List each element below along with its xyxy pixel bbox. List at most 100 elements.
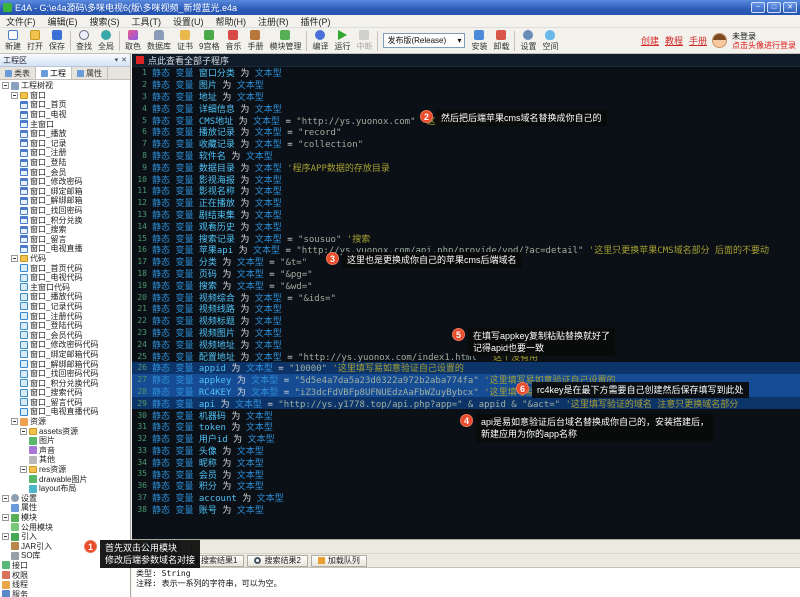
panel-tab[interactable]: 加载队列 [311,555,367,567]
toolbar-button-find[interactable]: 查找 [73,29,95,53]
code-line[interactable]: 5静态 变量 CMS地址 为 文本型 = "http://ys.yuonox.c… [132,114,800,126]
collapse-icon[interactable] [2,82,9,89]
toolbar-button-save[interactable]: 保存 [46,29,68,53]
code-line[interactable]: 35静态 变量 会员 为 文本型 [132,468,800,480]
toolbar-link[interactable]: 创建 [641,34,659,47]
code-line[interactable]: 36静态 变量 积分 为 文本型 [132,480,800,492]
code-line[interactable]: 23静态 变量 视频图片 为 文本型 [132,327,800,339]
code-line[interactable]: 32静态 变量 用户id 为 文本型 [132,433,800,445]
collapse-icon[interactable] [11,92,18,99]
code-line[interactable]: 15静态 变量 搜索记录 为 文本型 = "sousuo" '搜索 [132,232,800,244]
tree-item[interactable]: 公用模块 [0,522,130,532]
tree-item[interactable]: 工程树视 [0,81,130,91]
menu-item[interactable]: 搜索(S) [84,15,126,27]
tab-code-area[interactable]: 代码区 [140,539,192,553]
toolbar-button-cert[interactable]: 证书 [174,29,196,53]
code-line[interactable]: 28静态 变量 RC4KEY 为 文本型 = "iZ3dcFdVBFp8UFNU… [132,386,800,398]
toolbar-button-new[interactable]: 新建 [2,29,24,53]
panel-tab[interactable]: 搜索结果2 [247,555,307,567]
close-panel-icon[interactable]: ✕ [121,56,127,64]
toolbar-button-install[interactable]: 安装 [468,29,490,53]
maximize-button[interactable]: □ [767,2,781,13]
collapse-icon[interactable] [11,255,18,262]
code-line[interactable]: 33静态 变量 头像 为 文本型 [132,445,800,457]
tree-item[interactable]: 窗口_电视 [0,110,130,120]
toolbar-button-manual[interactable]: 手册 [244,29,266,53]
menu-item[interactable]: 插件(P) [295,15,337,27]
collapse-icon[interactable] [20,428,27,435]
toolbar-button-settings[interactable]: 设置 [517,29,539,53]
code-line[interactable]: 31静态 变量 token 为 文本型 [132,421,800,433]
editor-top-bar[interactable]: 点此查看全部子程序 [132,54,800,67]
toolbar-link[interactable]: 手册 [689,34,707,47]
code-line[interactable]: 2静态 变量 图片 为 文本型 [132,79,800,91]
chevron-down-icon[interactable]: ▾ [115,56,119,64]
toolbar-button-module[interactable]: 模块管理 [266,29,304,53]
sidebar-tab[interactable]: 类表 [0,67,36,79]
menu-item[interactable]: 设置(U) [167,15,210,27]
tree-item[interactable]: 属性 [0,503,130,513]
code-line[interactable]: 27静态 变量 appkey 为 文本型 = "5d5e4a7da5a23d03… [132,374,800,386]
close-button[interactable]: ✕ [783,2,797,13]
code-line[interactable]: 7静态 变量 收藏记录 为 文本型 = "collection" [132,138,800,150]
code-line[interactable]: 37静态 变量 account 为 文本型 [132,492,800,504]
code-line[interactable]: 21静态 变量 视频线路 为 文本型 [132,303,800,315]
tree-item[interactable]: 设置 [0,494,130,504]
menu-item[interactable]: 编辑(E) [42,15,84,27]
collapse-icon[interactable] [2,495,9,502]
code-line[interactable]: 26静态 变量 appid 为 文本型 = "10000" '这里填写易如意验证… [132,362,800,374]
code-line[interactable]: 25静态 变量 配置地址 为 文本型 = "http://ys.yuonox.c… [132,350,800,362]
code-line[interactable]: 4静态 变量 详细信息 为 文本型 [132,102,800,114]
code-line[interactable]: 10静态 变量 影视海报 为 文本型 [132,173,800,185]
avatar[interactable] [712,33,727,48]
tree-item[interactable]: 服务 [0,589,130,597]
tree-item[interactable]: assets资源 [0,426,130,436]
tree-item[interactable]: 窗口_电视直播代码 [0,407,130,417]
toolbar-button-stop[interactable]: 中断 [353,29,375,53]
sidebar-tab[interactable]: 工程 [36,67,72,79]
code-line[interactable]: 3静态 变量 地址 为 文本型 [132,91,800,103]
tree-item[interactable]: 窗口_电视直播 [0,244,130,254]
code-line[interactable]: 24静态 变量 视频地址 为 文本型 [132,338,800,350]
code-line[interactable]: 12静态 变量 正在播放 为 文本型 [132,197,800,209]
code-line[interactable]: 18静态 变量 页码 为 文本型 = "&pg=" [132,268,800,280]
code-line[interactable]: 16静态 变量 苹果api 为 文本型 = "http://ys.yuonox.… [132,244,800,256]
toolbar-button-db[interactable]: 数据库 [144,29,174,53]
tree-item[interactable]: JAR引入 [0,542,130,552]
view-all-subroutines-label[interactable]: 点此查看全部子程序 [148,54,229,67]
toolbar-button-compile[interactable]: 编译 [309,29,331,53]
toolbar-button-uninstall[interactable]: 卸载 [490,29,512,53]
code-line[interactable]: 38静态 变量 账号 为 文本型 [132,503,800,515]
code-line[interactable]: 22静态 变量 视频标题 为 文本型 [132,315,800,327]
code-line[interactable]: 13静态 变量 剧结束集 为 文本型 [132,209,800,221]
minimize-button[interactable]: − [751,2,765,13]
menu-item[interactable]: 工具(T) [126,15,168,27]
toolbar-button-open[interactable]: 打开 [24,29,46,53]
panel-tab[interactable]: 输出内容 [135,555,181,567]
collapse-icon[interactable] [2,533,9,540]
collapse-icon[interactable] [11,418,18,425]
toolbar-button-color[interactable]: 取色 [122,29,144,53]
menu-item[interactable]: 注册(R) [252,15,295,27]
collapse-icon[interactable] [2,514,9,521]
sidebar-tab[interactable]: 属性 [72,67,108,79]
toolbar-button-run[interactable]: 运行 [331,29,353,53]
login-hint[interactable]: 点击头像进行登录 [732,41,796,50]
toolbar-button-space[interactable]: 空间 [539,29,561,53]
code-line[interactable]: 1静态 变量 窗口分类 为 文本型 [132,67,800,79]
collapse-icon[interactable] [20,466,27,473]
toolbar-button-global[interactable]: 全局 [95,29,117,53]
tree-item[interactable]: 引入 [0,532,130,542]
code-line[interactable]: 34静态 变量 昵称 为 文本型 [132,456,800,468]
toolbar-link[interactable]: 教程 [665,34,683,47]
tree-item[interactable]: layout布局 [0,484,130,494]
code-line[interactable]: 30静态 变量 机器码 为 文本型 [132,409,800,421]
code-line[interactable]: 29静态 变量 api 为 文本型 = "http://ys.y1778.top… [132,397,800,409]
menu-item[interactable]: 文件(F) [0,15,42,27]
toolbar-button-music[interactable]: 音乐 [222,29,244,53]
code-line[interactable]: 6静态 变量 播放记录 为 文本型 = "record" [132,126,800,138]
code-line[interactable]: 20静态 变量 视频综合 为 文本型 = "&ids=" [132,291,800,303]
release-dropdown[interactable]: 发布版(Release)▾ [383,33,465,48]
code-line[interactable]: 8静态 变量 软件名 为 文本型 [132,150,800,162]
code-line[interactable]: 17静态 变量 分类 为 文本型 = "&t=" [132,256,800,268]
